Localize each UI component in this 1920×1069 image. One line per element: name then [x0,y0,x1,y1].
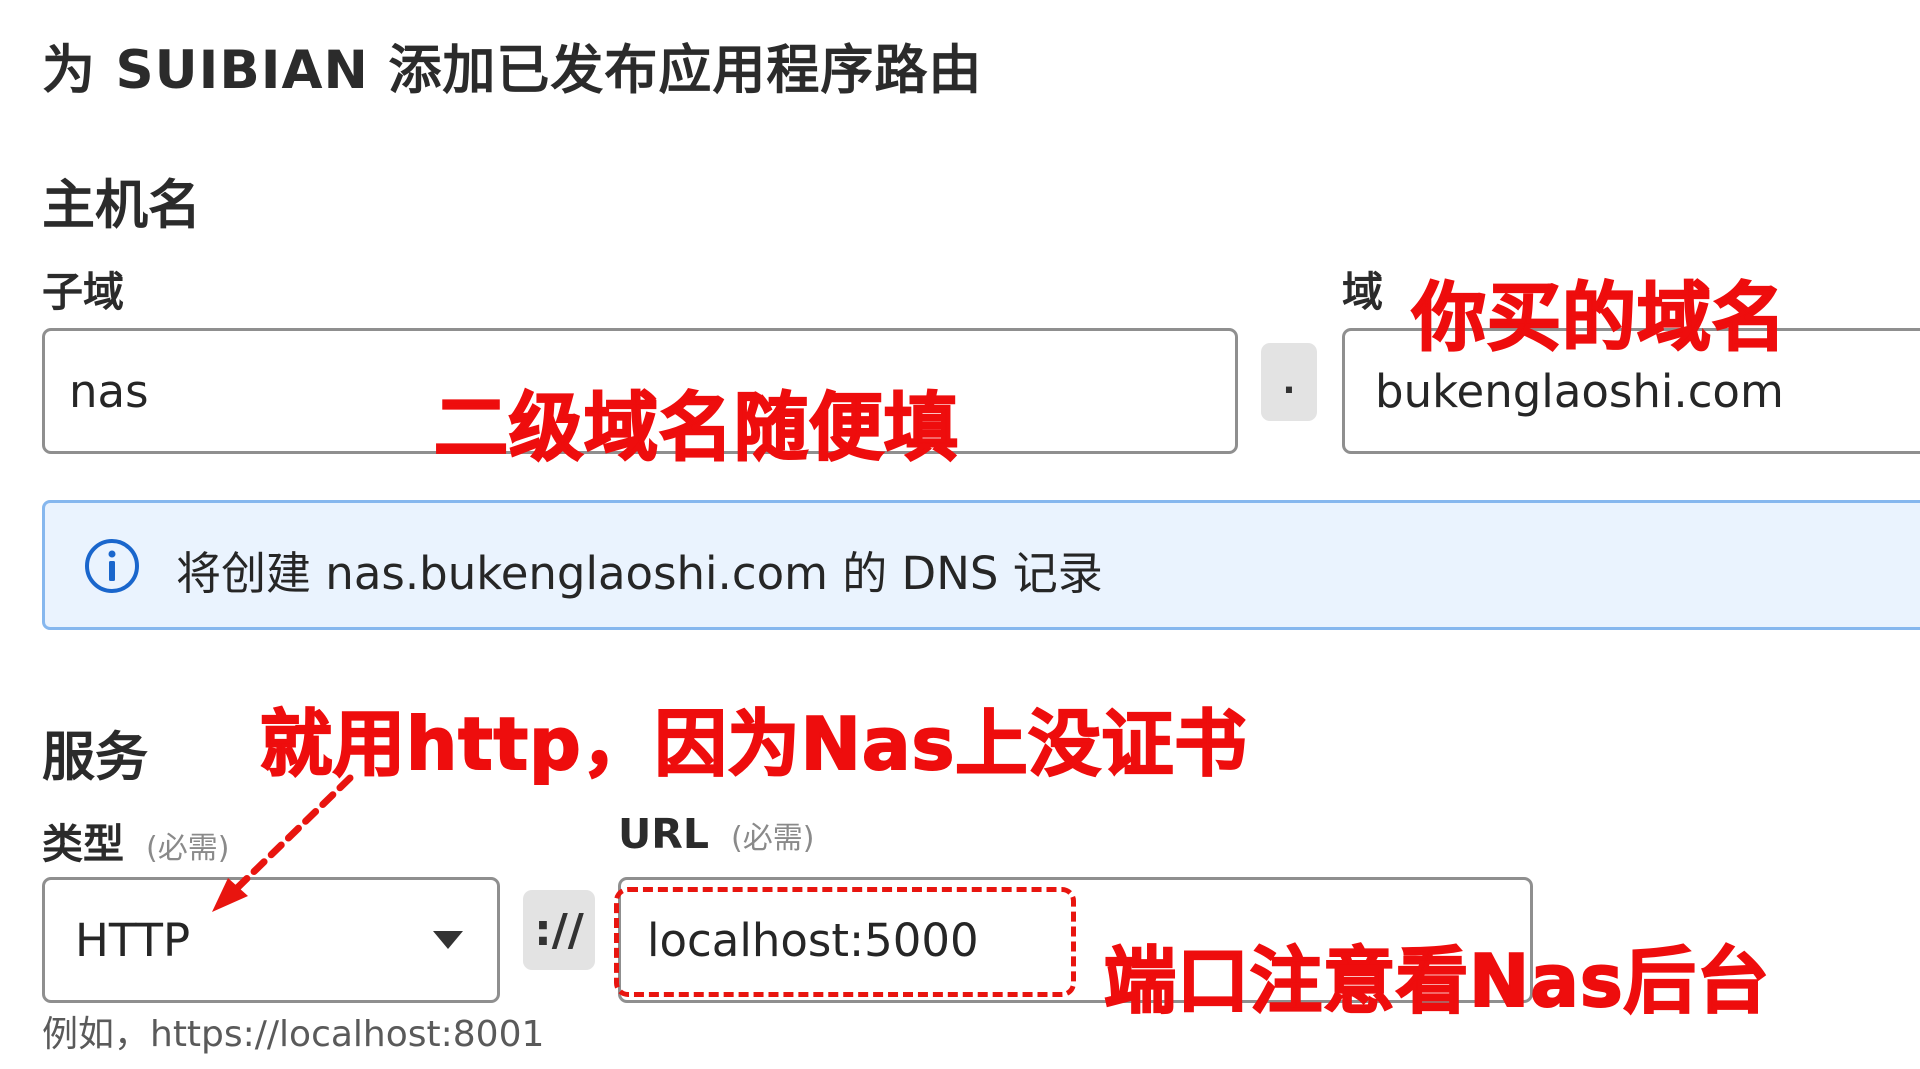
scheme-separator-text: :// [534,904,584,956]
info-circle-icon [85,539,139,593]
dns-info-text: 将创建 nas.bukenglaoshi.com 的 DNS 记录 [176,547,1103,600]
url-label: URL (必需) [618,810,814,858]
url-required-tag: (必需) [731,821,815,856]
port-annotation: 端口注意看Nas后台 [1103,938,1770,1024]
domain-value: bukenglaoshi.com [1375,364,1784,418]
arrow-annotation-icon [212,774,354,912]
service-section-title: 服务 [42,727,148,788]
scheme-separator: :// [523,890,595,970]
url-highlight-box [614,887,1076,997]
type-value: HTTP [75,913,191,967]
type-annotation: 就用http，因为Nas上没证书 [259,701,1248,787]
dot-separator-text: . [1282,362,1296,402]
dot-separator: . [1261,343,1317,421]
url-example-hint: 例如，https://localhost:8001 [42,1014,545,1055]
url-label-text: URL [618,810,709,858]
subdomain-value: nas [69,364,149,418]
page-title: 为 SUIBIAN 添加已发布应用程序路由 [42,40,983,101]
hostname-section-title: 主机名 [42,175,201,236]
domain-annotation: 你买的域名 [1411,274,1787,362]
subdomain-label: 子域 [42,268,124,316]
chevron-down-icon [433,931,463,949]
subdomain-annotation: 二级域名随便填 [433,384,959,472]
domain-label: 域 [1342,268,1383,316]
type-label-text: 类型 [42,820,124,868]
